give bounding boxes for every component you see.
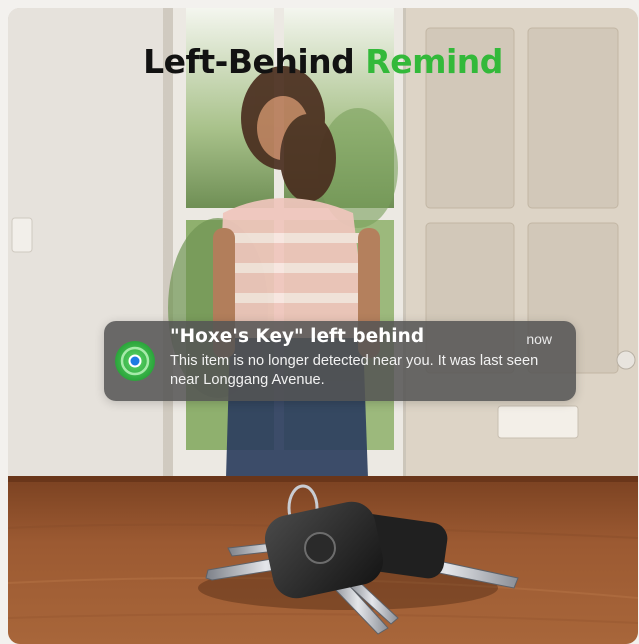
promo-scene: Left-Behind Remind "Hoxe's Key" left beh…: [8, 8, 638, 644]
notification-banner[interactable]: "Hoxe's Key" left behind now This item i…: [104, 321, 576, 401]
keys-illustration: [198, 484, 519, 635]
notification-title: "Hoxe's Key" left behind: [170, 326, 425, 347]
headline: Left-Behind Remind: [8, 42, 638, 81]
find-my-icon: [115, 341, 155, 381]
notification-time: now: [526, 331, 552, 347]
ad-frame: Left-Behind Remind "Hoxe's Key" left beh…: [0, 0, 639, 644]
notification-body: This item is no longer detected near you…: [170, 353, 539, 388]
headline-accent-text: Remind: [365, 42, 503, 81]
headline-text: Left-Behind: [143, 42, 355, 81]
